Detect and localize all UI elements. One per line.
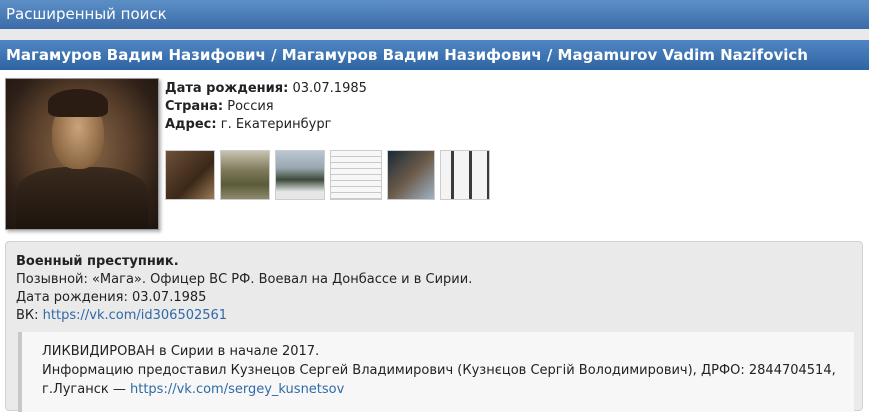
thumbnail-3[interactable] xyxy=(275,150,325,200)
person-photo[interactable] xyxy=(5,78,159,230)
header-gap xyxy=(0,29,869,40)
description-line-callsign: Позывной: «Мага». Офицер ВС РФ. Воевал н… xyxy=(16,272,473,287)
description-text: Военный преступник. Позывной: «Мага». Оф… xyxy=(16,253,472,325)
note-quote: ЛИКВИДИРОВАН в Сирии в начале 2017. Инфо… xyxy=(18,332,854,412)
note-line-2: Информацию предоставил Кузнецов Сергей В… xyxy=(42,363,836,378)
thumbnail-1[interactable] xyxy=(165,150,215,200)
address-row: Адрес: г. Екатеринбург xyxy=(165,116,367,134)
vk-label: ВК: xyxy=(16,308,39,323)
description-heading: Военный преступник. xyxy=(16,254,179,269)
thumbnail-6[interactable] xyxy=(440,150,490,200)
note-line-3: г.Луганск — https://vk.com/sergey_kusnet… xyxy=(42,380,854,399)
description-line-birthdate: Дата рождения: 03.07.1985 xyxy=(16,290,207,305)
thumbnail-2[interactable] xyxy=(220,150,270,200)
vk-row: ВК: https://vk.com/id306502561 xyxy=(16,307,472,325)
country-row: Страна: Россия xyxy=(165,98,367,116)
thumbnail-4[interactable] xyxy=(330,150,382,200)
note-line-1: ЛИКВИДИРОВАН в Сирии в начале 2017. xyxy=(42,344,320,359)
note-line-3-prefix: г.Луганск — xyxy=(42,382,126,397)
birth-date-value: 03.07.1985 xyxy=(292,81,367,96)
country-value: Россия xyxy=(227,99,274,114)
address-label: Адрес: xyxy=(165,117,217,132)
search-header-title: Расширенный поиск xyxy=(6,5,167,23)
source-profile-link[interactable]: https://vk.com/sergey_kusnetsov xyxy=(130,382,344,397)
vk-profile-link[interactable]: https://vk.com/id306502561 xyxy=(43,308,227,323)
search-header: Расширенный поиск xyxy=(0,0,869,29)
birth-date-row: Дата рождения: 03.07.1985 xyxy=(165,80,367,98)
person-title: Магамуров Вадим Назифович / Магамуров Ва… xyxy=(6,46,808,64)
person-info: Дата рождения: 03.07.1985 Страна: Россия… xyxy=(165,80,367,134)
thumbnail-5[interactable] xyxy=(387,150,435,200)
photo-hair-shape xyxy=(48,89,108,117)
description-card: Военный преступник. Позывной: «Мага». Оф… xyxy=(5,241,863,412)
birth-date-label: Дата рождения: xyxy=(165,81,289,96)
country-label: Страна: xyxy=(165,99,224,114)
photo-body-shape xyxy=(16,167,148,229)
person-title-bar: Магамуров Вадим Назифович / Магамуров Ва… xyxy=(0,40,869,70)
address-value: г. Екатеринбург xyxy=(220,117,332,132)
